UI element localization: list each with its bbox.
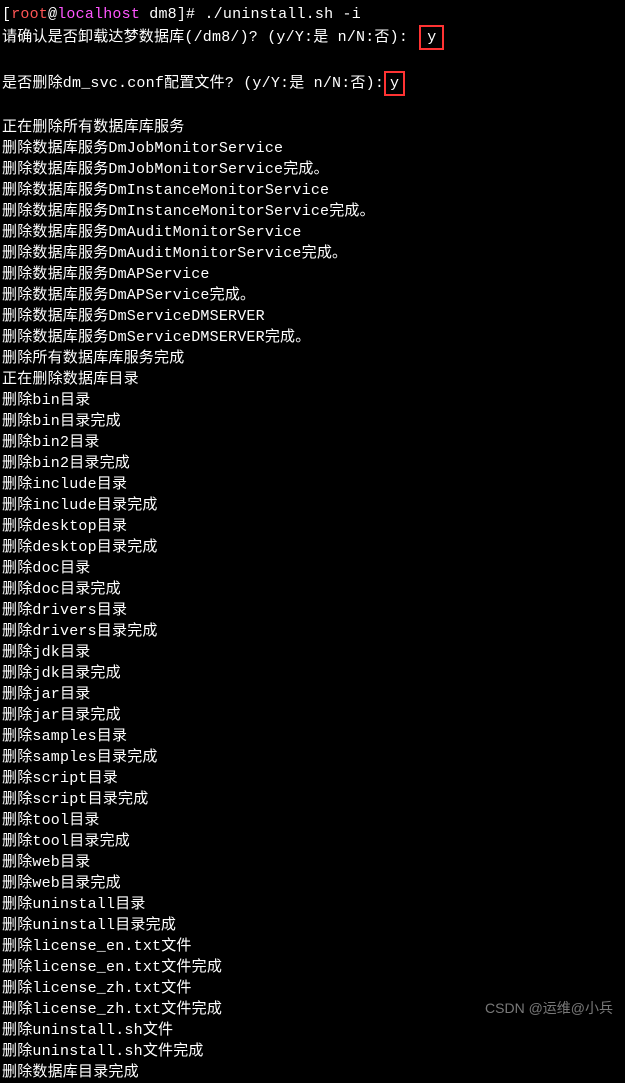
output-line: 删除数据库服务DmServiceDMSERVER <box>2 306 623 327</box>
watermark-text: CSDN @运维@小兵 <box>485 999 613 1019</box>
output-line: 删除uninstall.sh文件完成 <box>2 1041 623 1062</box>
output-line: 删除tool目录 <box>2 810 623 831</box>
output-line: 删除script目录完成 <box>2 789 623 810</box>
output-line: 删除jar目录 <box>2 684 623 705</box>
confirm-uninstall-line: 请确认是否卸载达梦数据库(/dm8/)? (y/Y:是 n/N:否): y <box>2 25 623 50</box>
output-line: 正在删除所有数据库库服务 <box>2 117 623 138</box>
output-line: 删除bin目录完成 <box>2 411 623 432</box>
output-line: 删除数据库目录完成 <box>2 1062 623 1083</box>
output-line: 删除uninstall目录完成 <box>2 915 623 936</box>
output-line: 删除drivers目录 <box>2 600 623 621</box>
output-line: 删除doc目录 <box>2 558 623 579</box>
output-line: 删除数据库服务DmAPService完成。 <box>2 285 623 306</box>
terminal-output: 正在删除所有数据库库服务删除数据库服务DmJobMonitorService删除… <box>2 117 623 1083</box>
output-line: 删除script目录 <box>2 768 623 789</box>
output-line: 删除数据库服务DmAuditMonitorService完成。 <box>2 243 623 264</box>
output-line: 删除samples目录完成 <box>2 747 623 768</box>
output-line: 删除uninstall.sh文件 <box>2 1020 623 1041</box>
output-line: 删除samples目录 <box>2 726 623 747</box>
output-line: 删除数据库服务DmInstanceMonitorService完成。 <box>2 201 623 222</box>
output-line: 删除jdk目录完成 <box>2 663 623 684</box>
confirm-delete-conf-line: 是否删除dm_svc.conf配置文件? (y/Y:是 n/N:否):y <box>2 71 623 96</box>
output-line: 删除uninstall目录 <box>2 894 623 915</box>
output-line: 删除数据库服务DmJobMonitorService完成。 <box>2 159 623 180</box>
output-line: 删除license_zh.txt文件 <box>2 978 623 999</box>
command-text: ./uninstall.sh -i <box>204 6 360 23</box>
output-line: 删除数据库服务DmAuditMonitorService <box>2 222 623 243</box>
output-line: 删除web目录完成 <box>2 873 623 894</box>
prompt-at: @ <box>48 6 57 23</box>
output-line: 删除license_en.txt文件 <box>2 936 623 957</box>
output-line: 删除web目录 <box>2 852 623 873</box>
output-line: 删除bin2目录 <box>2 432 623 453</box>
output-line: 删除数据库服务DmAPService <box>2 264 623 285</box>
output-line: 删除tool目录完成 <box>2 831 623 852</box>
output-line: 删除drivers目录完成 <box>2 621 623 642</box>
output-line: 删除include目录 <box>2 474 623 495</box>
output-line: 删除desktop目录 <box>2 516 623 537</box>
output-line: 删除include目录完成 <box>2 495 623 516</box>
output-line: 删除license_en.txt文件完成 <box>2 957 623 978</box>
prompt-path: dm8 <box>140 6 177 23</box>
output-line: 删除desktop目录完成 <box>2 537 623 558</box>
blank-line-2 <box>2 96 623 117</box>
output-line: 删除doc目录完成 <box>2 579 623 600</box>
prompt-user: root <box>11 6 48 23</box>
confirm2-answer[interactable]: y <box>384 71 405 96</box>
output-line: 删除jar目录完成 <box>2 705 623 726</box>
prompt-host: localhost <box>57 6 140 23</box>
output-line: 正在删除数据库目录 <box>2 369 623 390</box>
bracket-close: ]# <box>177 6 205 23</box>
confirm2-text: 是否删除dm_svc.conf配置文件? (y/Y:是 n/N:否): <box>2 75 384 92</box>
bracket-open: [ <box>2 6 11 23</box>
prompt-line[interactable]: [root@localhost dm8]# ./uninstall.sh -i <box>2 4 623 25</box>
output-line: 删除所有数据库库服务完成 <box>2 348 623 369</box>
confirm1-answer[interactable]: y <box>419 25 444 50</box>
output-line: 删除数据库服务DmJobMonitorService <box>2 138 623 159</box>
output-line: 删除jdk目录 <box>2 642 623 663</box>
output-line: 删除bin2目录完成 <box>2 453 623 474</box>
output-line: 删除数据库服务DmInstanceMonitorService <box>2 180 623 201</box>
output-line: 删除bin目录 <box>2 390 623 411</box>
output-line: 删除数据库服务DmServiceDMSERVER完成。 <box>2 327 623 348</box>
blank-line-1 <box>2 50 623 71</box>
confirm1-text: 请确认是否卸载达梦数据库(/dm8/)? (y/Y:是 n/N:否): <box>2 29 408 46</box>
